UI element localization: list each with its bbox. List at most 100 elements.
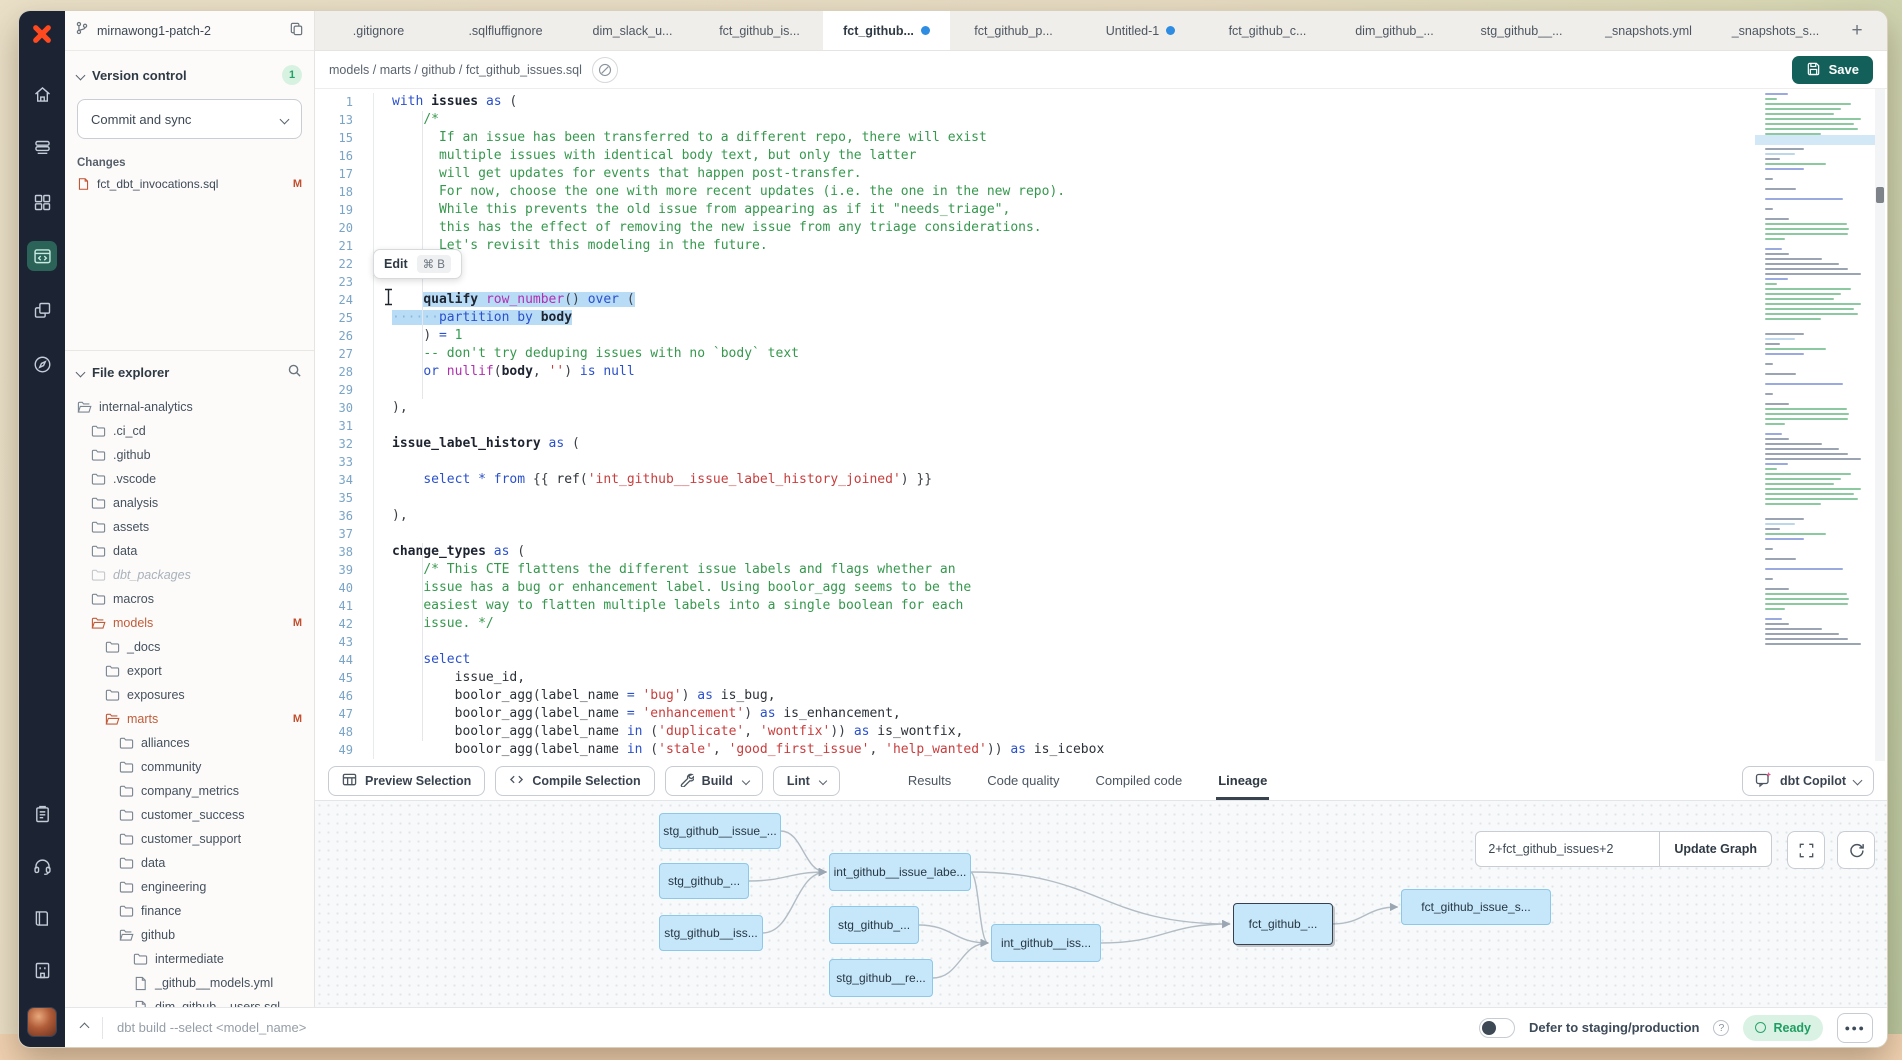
preview-selection-button[interactable]: Preview Selection — [328, 766, 485, 796]
editor-tab-stg_github__[interactable]: stg_github__... — [1458, 11, 1585, 50]
dbt-copilot-button[interactable]: dbt Copilot — [1742, 766, 1874, 796]
lineage-node-7[interactable]: fct_github_... — [1233, 903, 1333, 945]
dbt-logo[interactable] — [19, 11, 65, 57]
lineage-node-3[interactable]: int_github__issue_labe... — [829, 853, 971, 891]
editor-tab-_snapshots.yml[interactable]: _snapshots.yml — [1585, 11, 1712, 50]
home-icon[interactable] — [27, 79, 57, 109]
lineage-node-4[interactable]: stg_github_... — [829, 906, 919, 944]
compile-selection-button[interactable]: Compile Selection — [495, 766, 654, 796]
lint-button[interactable]: Lint — [773, 766, 840, 796]
lineage-node-0[interactable]: stg_github__issue_... — [659, 813, 781, 849]
kiosk-icon[interactable] — [27, 955, 57, 985]
result-tab-lineage[interactable]: Lineage — [1218, 761, 1267, 800]
lineage-node-2[interactable]: stg_github__iss... — [659, 915, 763, 951]
defer-label: Defer to staging/production — [1529, 1020, 1699, 1035]
tree-item-label: .ci_cd — [113, 424, 146, 438]
editor-tab-_snapshots_s[interactable]: _snapshots_s... — [1712, 11, 1839, 50]
version-control-header[interactable]: Version control 1 — [65, 51, 314, 93]
editor-tab-.gitignore[interactable]: .gitignore — [315, 11, 442, 50]
edit-tooltip[interactable]: Edit ⌘ B — [373, 249, 462, 279]
editor-tab-fct_github_is[interactable]: fct_github_is... — [696, 11, 823, 50]
tree-folder-.vscode[interactable]: .vscode — [65, 467, 314, 491]
code-line-31: 31 — [315, 417, 1887, 435]
line-content: multiple issues with identical body text… — [373, 147, 1887, 165]
tree-file-dim_github__users.sql[interactable]: dim_github__users.sql — [65, 995, 314, 1007]
tree-folder-exposures[interactable]: exposures — [65, 683, 314, 707]
editor-tab-fct_github_p[interactable]: fct_github_p... — [950, 11, 1077, 50]
result-tab-code-quality[interactable]: Code quality — [987, 761, 1059, 800]
tree-folder-engineering[interactable]: engineering — [65, 875, 314, 899]
folder-icon — [119, 904, 134, 919]
tree-folder-customer_success[interactable]: customer_success — [65, 803, 314, 827]
tree-folder-_docs[interactable]: _docs — [65, 635, 314, 659]
expand-command-bar-icon[interactable] — [81, 1024, 88, 1031]
user-avatar[interactable] — [27, 1007, 57, 1037]
stack-icon[interactable] — [27, 133, 57, 163]
scrollbar-thumb[interactable] — [1876, 187, 1884, 203]
editor-tab-Untitled-1[interactable]: Untitled-1 — [1077, 11, 1204, 50]
tree-folder-internal-analytics[interactable]: internal-analytics — [65, 395, 314, 419]
lineage-node-8[interactable]: fct_github_issue_s... — [1401, 889, 1551, 925]
tree-folder-data[interactable]: data — [65, 851, 314, 875]
tree-folder-github[interactable]: github — [65, 923, 314, 947]
tree-folder-community[interactable]: community — [65, 755, 314, 779]
tree-folder-company_metrics[interactable]: company_metrics — [65, 779, 314, 803]
compass-icon[interactable] — [27, 349, 57, 379]
changed-file-row[interactable]: fct_dbt_invocations.sql M — [65, 174, 314, 194]
tree-folder-analysis[interactable]: analysis — [65, 491, 314, 515]
tree-folder-macros[interactable]: macros — [65, 587, 314, 611]
tree-folder-dbt_packages[interactable]: dbt_packages — [65, 563, 314, 587]
line-number: 23 — [315, 273, 361, 291]
tree-folder-.ci_cd[interactable]: .ci_cd — [65, 419, 314, 443]
lineage-node-5[interactable]: stg_github__re... — [829, 959, 933, 997]
update-graph-button[interactable]: Update Graph — [1659, 832, 1771, 866]
editor-tab-fct_github_c[interactable]: fct_github_c... — [1204, 11, 1331, 50]
command-input[interactable]: dbt build --select <model_name> — [117, 1020, 1465, 1035]
copy-branch-icon[interactable] — [289, 21, 304, 41]
code-editor-icon[interactable] — [27, 241, 57, 271]
commit-and-sync-button[interactable]: Commit and sync — [77, 99, 302, 139]
code-icon — [509, 772, 524, 790]
overflow-menu-button[interactable]: ●●● — [1837, 1013, 1873, 1043]
editor-tab-dim_slack_u[interactable]: dim_slack_u... — [569, 11, 696, 50]
code-editor[interactable]: 1with issues as (13 /*15 If an issue has… — [315, 89, 1887, 761]
defer-toggle[interactable] — [1479, 1018, 1515, 1038]
git-branch-row[interactable]: mirnawong1-patch-2 — [65, 11, 314, 51]
clipboard-icon[interactable] — [27, 799, 57, 829]
result-tab-results[interactable]: Results — [908, 761, 951, 800]
lineage-node-6[interactable]: int_github__iss... — [991, 924, 1101, 962]
tree-folder-export[interactable]: export — [65, 659, 314, 683]
new-tab-button[interactable]: + — [1839, 11, 1875, 50]
tree-folder-assets[interactable]: assets — [65, 515, 314, 539]
graph-selector-input[interactable]: 2+fct_github_issues+2 — [1476, 832, 1659, 866]
tree-folder-marts[interactable]: martsM — [65, 707, 314, 731]
refresh-graph-button[interactable] — [1837, 831, 1875, 869]
book-icon[interactable] — [27, 903, 57, 933]
tree-file-_github__models.yml[interactable]: _github__models.yml — [65, 971, 314, 995]
help-icon[interactable]: ? — [1713, 1020, 1729, 1036]
tree-folder-alliances[interactable]: alliances — [65, 731, 314, 755]
lineage-node-1[interactable]: stg_github_... — [659, 863, 749, 899]
tree-folder-models[interactable]: modelsM — [65, 611, 314, 635]
tree-folder-finance[interactable]: finance — [65, 899, 314, 923]
tree-folder-customer_support[interactable]: customer_support — [65, 827, 314, 851]
file-actions-icon[interactable] — [592, 57, 618, 83]
editor-tab-fct_github[interactable]: fct_github... — [823, 11, 950, 50]
search-icon[interactable] — [287, 363, 302, 381]
compare-icon[interactable] — [27, 295, 57, 325]
headset-icon[interactable] — [27, 851, 57, 881]
save-button[interactable]: Save — [1792, 56, 1873, 84]
grid-icon[interactable] — [27, 187, 57, 217]
minimap[interactable] — [1765, 93, 1867, 648]
tree-folder-.github[interactable]: .github — [65, 443, 314, 467]
result-tab-compiled-code[interactable]: Compiled code — [1095, 761, 1182, 800]
tab-label: _snapshots.yml — [1605, 24, 1692, 38]
file-explorer-header[interactable]: File explorer — [65, 351, 314, 389]
editor-tab-dim_github_[interactable]: dim_github_... — [1331, 11, 1458, 50]
tree-folder-intermediate[interactable]: intermediate — [65, 947, 314, 971]
editor-tab-.sqlfluffignore[interactable]: .sqlfluffignore — [442, 11, 569, 50]
tree-folder-data[interactable]: data — [65, 539, 314, 563]
editor-scrollbar[interactable] — [1875, 89, 1885, 761]
fullscreen-button[interactable] — [1787, 831, 1825, 869]
build-button[interactable]: Build — [665, 766, 763, 796]
